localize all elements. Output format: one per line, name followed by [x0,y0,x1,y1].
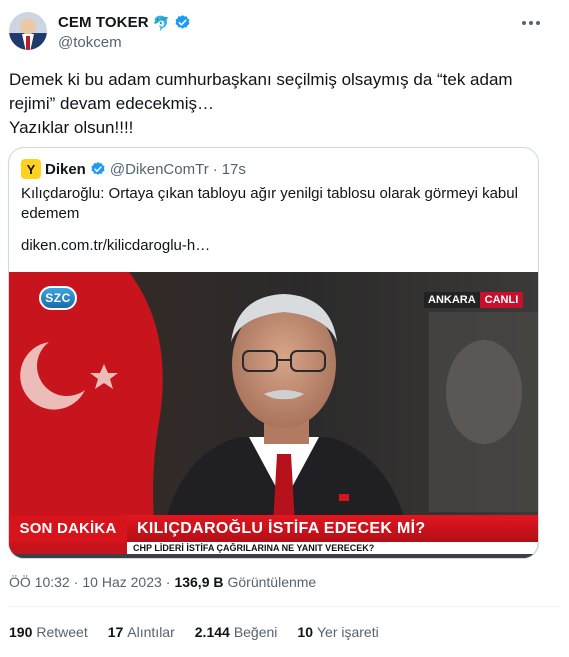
more-dot-icon [536,21,540,25]
quoted-tweet-card[interactable]: Y Diken @DikenComTr · 17s Kılıçdaroğlu: … [8,147,539,559]
quoted-timestamp[interactable]: 17s [222,161,246,178]
channel-logo: SZC [39,286,77,310]
separator-dot: · [212,160,218,178]
dolphin-icon: 🐬 [152,14,171,31]
likes-stat[interactable]: 2.144 Beğeni [195,624,278,640]
tweet-text-line: Demek ki bu adam cumhurbaşkanı seçilmiş … [9,70,513,89]
retweets-label: Retweet [36,624,88,640]
author-handle[interactable]: @tokcem [58,34,122,51]
views-label: Görüntülenme [227,574,317,590]
tweet: CEM TOKER 🐬 @tokcem Demek ki bu adam cum… [0,0,569,657]
quoted-tweet-text: Kılıçdaroğlu: Ortaya çıkan tabloyu ağır … [21,185,518,222]
tweet-meta: ÖÖ 10:32 · 10 Haz 2023 · 136,9 B Görüntü… [9,574,316,590]
retweets-stat[interactable]: 190 Retweet [9,624,88,640]
live-indicator: ANKARA CANLI [424,292,524,308]
bookmarks-stat[interactable]: 10 Yer işareti [297,624,378,640]
diken-logo-icon: Y [21,159,41,179]
bookmarks-count: 10 [297,624,313,640]
quoted-media-image[interactable]: SZC ANKARA CANLI SON DAKİKA KILIÇDAROĞLU… [9,272,538,558]
likes-count: 2.144 [194,624,230,640]
divider [9,606,560,607]
author-name-row: CEM TOKER 🐬 [58,14,191,31]
tweet-text-line: Yazıklar olsun!!!! [9,118,134,137]
quotes-stat[interactable]: 17 Alıntılar [108,624,175,640]
author-display-name[interactable]: CEM TOKER [58,14,149,31]
more-dot-icon [529,21,533,25]
views-count: 136,9 B [174,574,224,590]
quoted-tweet-header: Y Diken @DikenComTr · 17s [21,159,246,179]
retweets-count: 190 [9,624,33,640]
breaking-news-tag: SON DAKİKA [9,515,127,542]
tweet-date[interactable]: 10 Haz 2023 [82,574,161,590]
verified-badge-icon [91,162,105,175]
avatar-tie [26,36,30,50]
tweet-text: Demek ki bu adam cumhurbaşkanı seçilmiş … [9,68,529,140]
separator-dot: · [73,574,79,590]
tweet-text-line: rejimi” devam edecekmiş… [9,94,214,113]
more-dot-icon [522,21,526,25]
quotes-count: 17 [107,624,124,640]
breaking-news-headline: KILIÇDAROĞLU İSTİFA EDECEK Mİ? [127,515,538,542]
quoted-display-name[interactable]: Diken [45,161,86,178]
more-options-button[interactable] [520,14,542,32]
separator-dot: · [165,574,171,590]
quotes-label: Alıntılar [127,624,175,640]
likes-label: Beğeni [233,624,278,640]
quoted-tweet-link[interactable]: diken.com.tr/kilicdaroglu-h… [21,237,210,254]
engagement-stats: 190 Retweet 17 Alıntılar 2.144 Beğeni 10 Yer… [9,624,399,640]
bookmarks-label: Yer işareti [316,624,379,640]
breaking-news-subheadline: CHP LİDERİ İSTİFA ÇAĞRILARINA NE YANIT V… [127,542,538,554]
live-badge: CANLI [479,292,524,308]
live-location: ANKARA [424,292,480,308]
news-ticker [9,554,538,558]
quoted-handle[interactable]: @DikenComTr [110,161,209,178]
verified-badge-icon [175,15,190,29]
tweet-time[interactable]: ÖÖ 10:32 [9,574,70,590]
author-avatar[interactable] [9,12,47,50]
breaking-news-banner: SON DAKİKA KILIÇDAROĞLU İSTİFA EDECEK Mİ… [9,515,538,542]
